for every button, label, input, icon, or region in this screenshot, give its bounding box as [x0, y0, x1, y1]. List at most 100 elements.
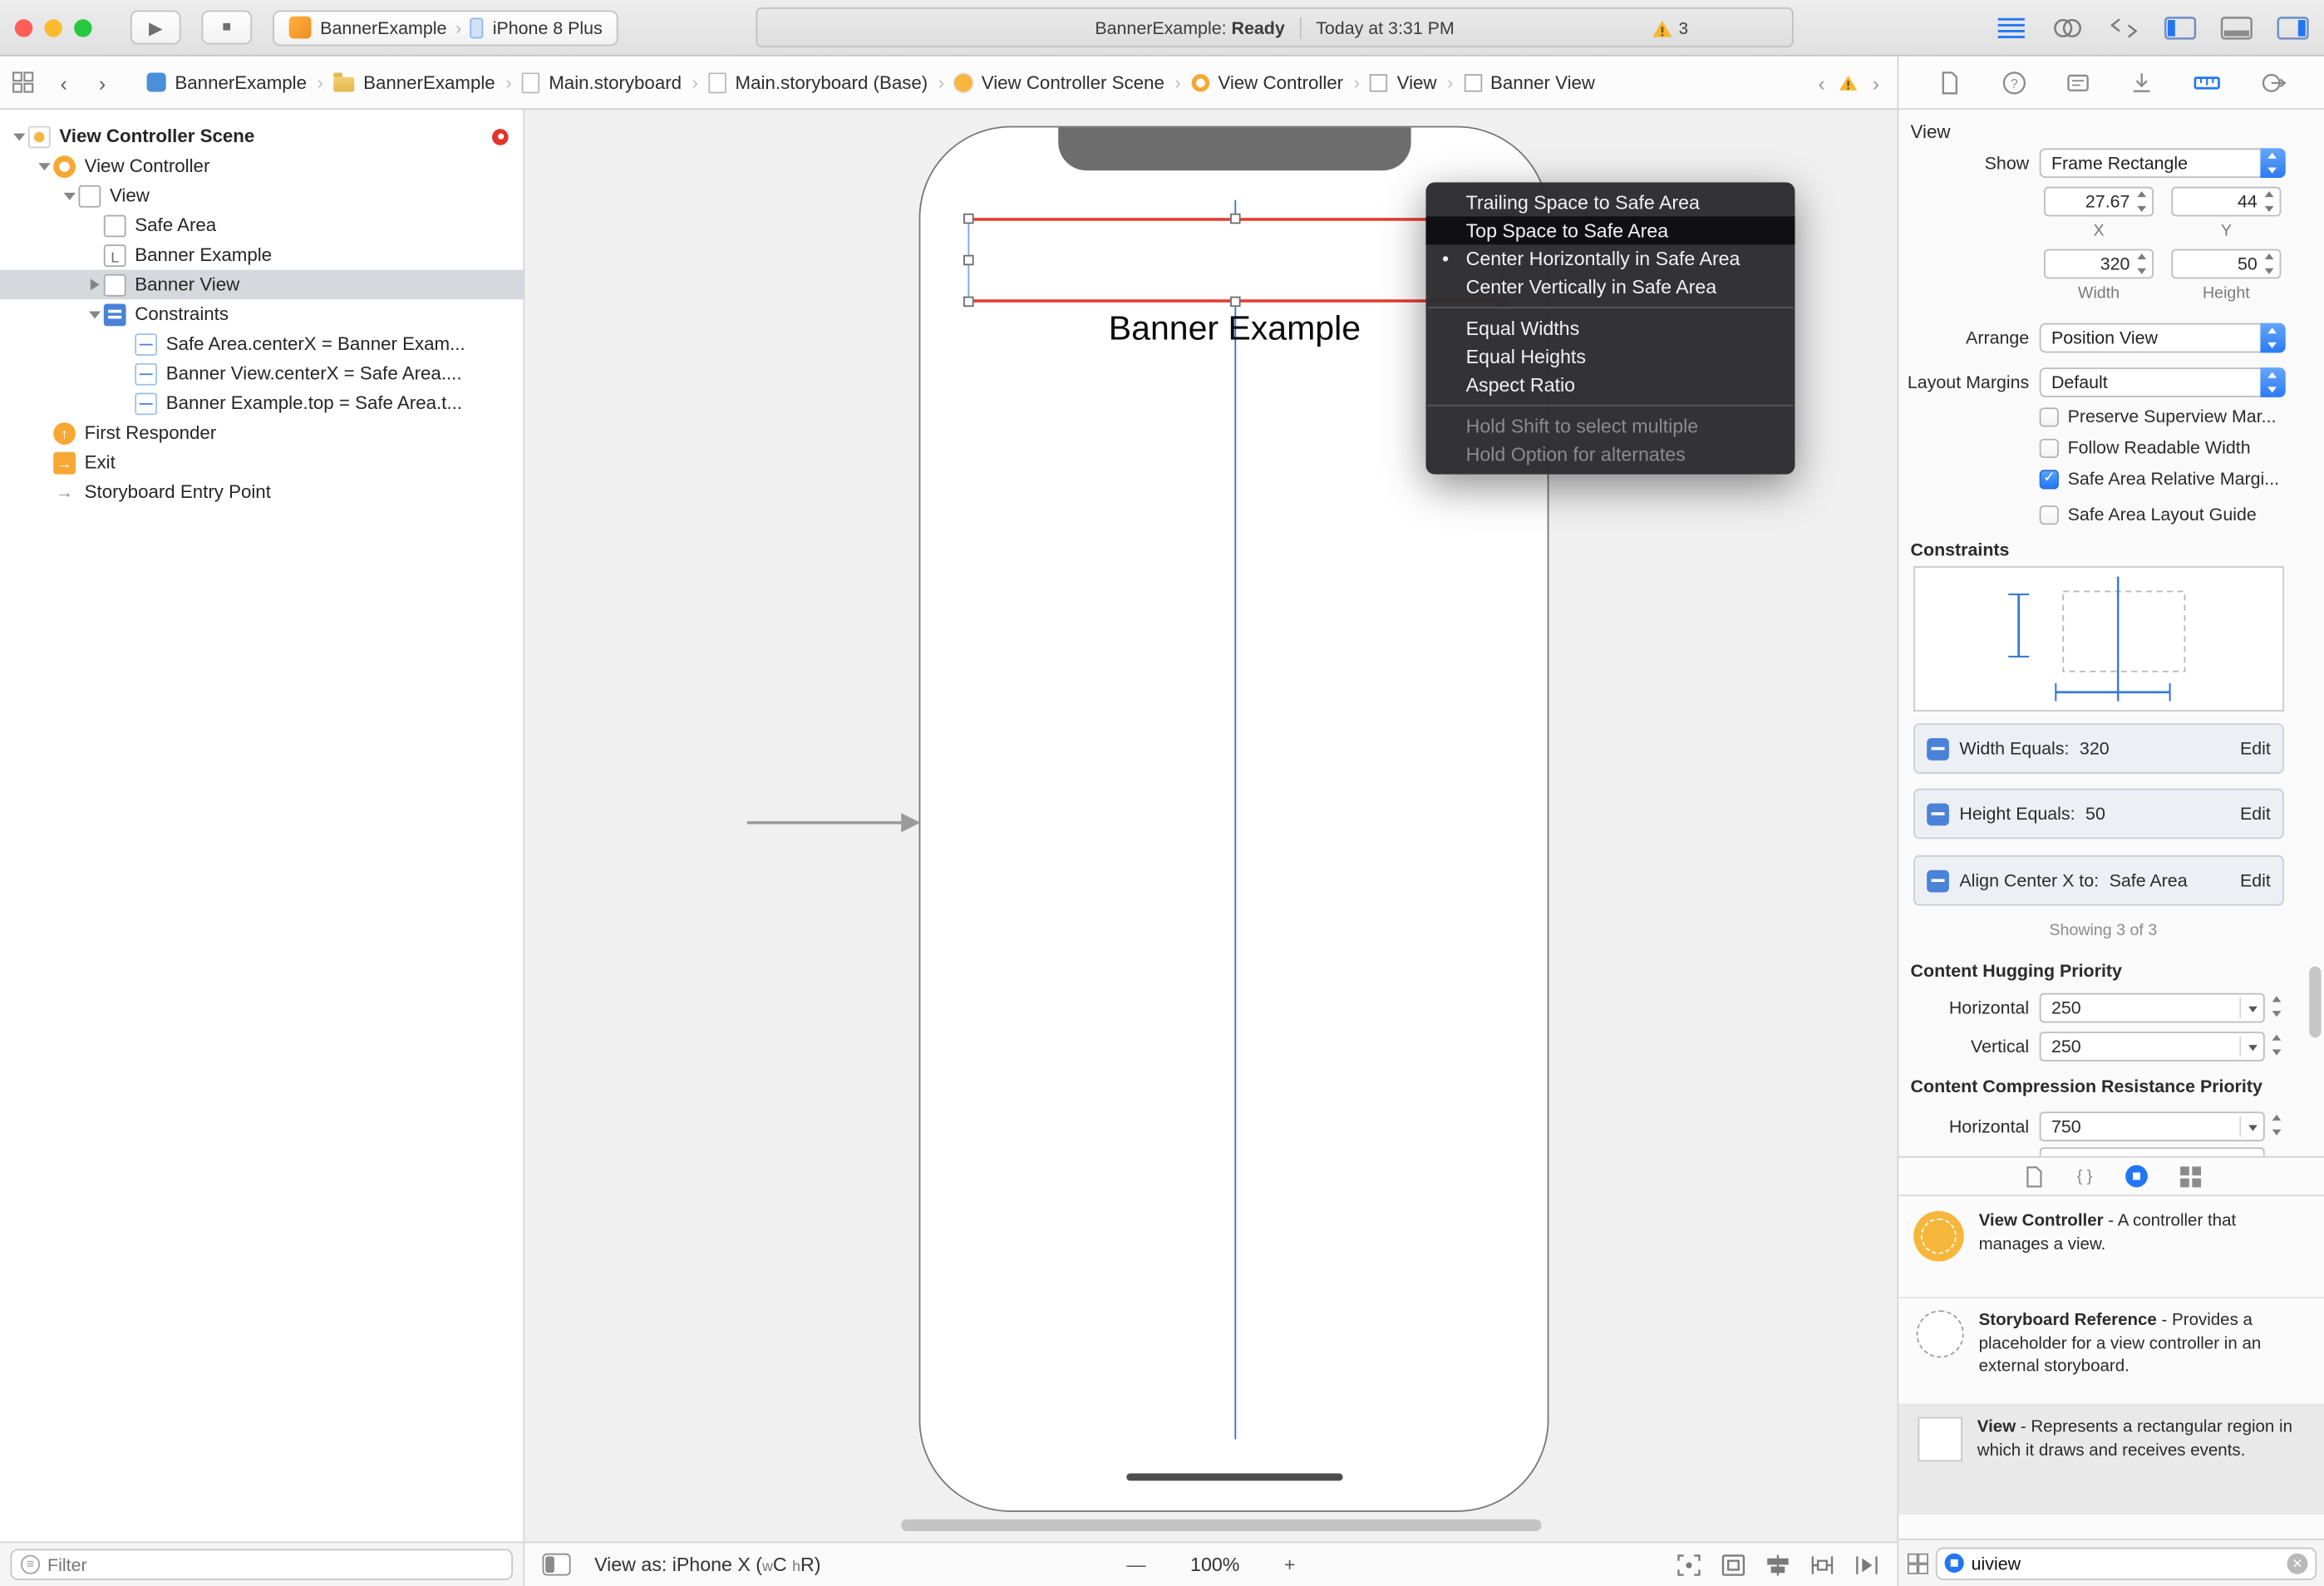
run-button[interactable]: ▶	[130, 10, 181, 45]
forward-button[interactable]: ›	[93, 71, 111, 95]
assistant-editor-button[interactable]	[2048, 12, 2086, 44]
debug-area-button[interactable]	[2218, 12, 2256, 44]
compression-horizontal-combo[interactable]: 750	[2039, 1111, 2265, 1142]
library-item-storyboard-reference[interactable]: Storyboard Reference - Provides a placeh…	[1898, 1298, 2324, 1404]
outline-row-exit[interactable]: Exit	[0, 448, 523, 478]
file-templates-icon[interactable]	[2024, 1165, 2045, 1189]
close-window-button[interactable]	[14, 18, 33, 37]
height-field[interactable]: 50	[2171, 249, 2282, 279]
breadcrumb-banner-view[interactable]: Banner View	[1463, 71, 1595, 92]
checkbox-icon[interactable]	[2039, 505, 2059, 525]
breadcrumb-view[interactable]: View	[1370, 71, 1437, 92]
inspector-scrollbar[interactable]	[2309, 966, 2322, 1038]
inspector-panel-button[interactable]	[2273, 12, 2312, 44]
connections-inspector-icon[interactable]	[2260, 69, 2287, 96]
x-field[interactable]: 27.67	[2044, 186, 2154, 217]
disclosure-triangle-icon[interactable]	[59, 186, 78, 205]
menu-item-center-vertically[interactable]: Center Vertically in Safe Area	[1425, 273, 1795, 301]
checkbox-icon[interactable]	[2039, 437, 2059, 458]
breadcrumb-storyboard-base[interactable]: Main.storyboard (Base)	[708, 71, 928, 93]
back-button[interactable]: ‹	[55, 71, 72, 95]
zoom-out-button[interactable]: —	[1126, 1554, 1145, 1576]
checkbox-safe-area-relative[interactable]: Safe Area Relative Margi...	[2039, 468, 2279, 489]
menu-item-equal-widths[interactable]: Equal Widths	[1425, 314, 1795, 342]
breadcrumb-view-controller[interactable]: View Controller	[1191, 71, 1343, 92]
menu-item-trailing-space[interactable]: Trailing Space to Safe Area	[1425, 188, 1795, 216]
stepper-icon[interactable]	[2269, 1033, 2286, 1057]
library-item-view-controller[interactable]: View Controller - A controller that mana…	[1898, 1199, 2324, 1298]
constraint-row-align-center-x[interactable]: Align Center X to: Safe Area Edit	[1913, 855, 2284, 906]
outline-row-banner-example[interactable]: Banner Example	[0, 240, 523, 270]
canvas-horizontal-scrollbar[interactable]	[901, 1519, 1542, 1532]
library-filter-field[interactable]	[1935, 1546, 2317, 1579]
warning-badge[interactable]: 3	[1651, 19, 1688, 38]
previous-issue-button[interactable]: ‹	[1818, 71, 1824, 95]
stepper-icon[interactable]	[2262, 252, 2278, 276]
resize-handle[interactable]	[963, 296, 974, 308]
resize-handle[interactable]	[1229, 213, 1240, 224]
view-as-label[interactable]: View as: iPhone X (wC hR)	[594, 1554, 820, 1576]
standard-editor-button[interactable]	[1992, 12, 2031, 44]
identity-inspector-icon[interactable]	[2065, 69, 2091, 96]
resize-handle[interactable]	[1229, 296, 1240, 308]
clear-filter-icon[interactable]	[2287, 1552, 2308, 1574]
menu-item-center-horizontally[interactable]: Center Horizontally in Safe Area	[1425, 244, 1795, 273]
outline-filter-input[interactable]	[47, 1554, 503, 1575]
object-library-icon[interactable]	[2125, 1165, 2148, 1188]
disclosure-triangle-icon[interactable]	[9, 126, 28, 145]
device-configuration-icon[interactable]	[542, 1553, 571, 1576]
quick-help-icon[interactable]: ?	[2001, 69, 2027, 96]
edit-button[interactable]: Edit	[2240, 870, 2271, 891]
library-filter-input[interactable]	[1971, 1552, 2280, 1574]
layout-margins-popup[interactable]: Default	[2039, 367, 2286, 397]
checkbox-safe-area-guide[interactable]: Safe Area Layout Guide	[2039, 504, 2257, 525]
stepper-icon[interactable]	[2269, 995, 2286, 1019]
version-editor-button[interactable]	[2105, 12, 2143, 44]
zoom-in-button[interactable]: +	[1284, 1554, 1296, 1576]
outline-row-constraint-3[interactable]: Banner Example.top = Safe Area.t...	[0, 388, 523, 418]
scheme-selector[interactable]: BannerExample › iPhone 8 Plus	[273, 9, 619, 46]
arrange-popup[interactable]: Position View	[2039, 323, 2286, 353]
constraints-diagram[interactable]	[1913, 566, 2284, 712]
destination-name[interactable]: iPhone 8 Plus	[493, 17, 603, 38]
next-issue-button[interactable]: ›	[1873, 71, 1879, 95]
library-item-view[interactable]: View - Represents a rectangular region i…	[1898, 1405, 2324, 1515]
resize-handle[interactable]	[963, 254, 974, 265]
breadcrumb-scene[interactable]: View Controller Scene	[954, 71, 1164, 92]
breadcrumb-storyboard[interactable]: Main.storyboard	[522, 71, 682, 93]
fullscreen-window-button[interactable]	[74, 18, 92, 37]
stepper-icon[interactable]	[2134, 190, 2151, 214]
stop-button[interactable]: ■	[201, 10, 253, 45]
resolve-issues-icon[interactable]	[1854, 1553, 1879, 1577]
grid-view-toggle-icon[interactable]	[1907, 1553, 1927, 1573]
outline-row-view-controller[interactable]: View Controller	[0, 151, 523, 181]
outline-row-view[interactable]: View	[0, 181, 523, 211]
hugging-vertical-combo[interactable]: 250	[2039, 1032, 2265, 1061]
resize-handle[interactable]	[963, 213, 974, 224]
outline-row-entry-point[interactable]: Storyboard Entry Point	[0, 477, 523, 507]
disclosure-triangle-icon[interactable]	[85, 304, 104, 323]
edit-button[interactable]: Edit	[2240, 738, 2271, 759]
menu-item-equal-heights[interactable]: Equal Heights	[1425, 342, 1795, 371]
outline-row-constraints[interactable]: Constraints	[0, 299, 523, 329]
outline-row-first-responder[interactable]: First Responder	[0, 418, 523, 448]
align-icon[interactable]	[1765, 1553, 1790, 1577]
banner-view-selection[interactable]	[963, 213, 1508, 308]
disclosure-triangle-icon[interactable]	[34, 156, 53, 175]
width-field[interactable]: 320	[2044, 249, 2154, 279]
menu-item-aspect-ratio[interactable]: Aspect Ratio	[1425, 371, 1795, 399]
breadcrumb-group[interactable]: BannerExample	[333, 71, 495, 92]
checkbox-checked-icon[interactable]	[2039, 469, 2059, 489]
breadcrumb-project[interactable]: BannerExample	[146, 71, 307, 92]
related-items-menu[interactable]	[12, 71, 34, 94]
outline-row-banner-view[interactable]: Banner View	[0, 269, 524, 300]
stepper-icon[interactable]	[2262, 190, 2278, 214]
code-snippets-icon[interactable]: { }	[2077, 1167, 2093, 1185]
storyboard-canvas[interactable]: Banner Example Trailing Space to Safe Ar…	[524, 109, 1898, 1542]
stepper-icon[interactable]	[2269, 1113, 2286, 1137]
disclosure-triangle-icon[interactable]	[85, 278, 104, 290]
file-inspector-icon[interactable]	[1936, 69, 1962, 96]
outline-filter-field[interactable]	[10, 1549, 513, 1580]
zoom-level[interactable]: 100%	[1190, 1554, 1239, 1576]
constraint-row-width[interactable]: Width Equals: 320 Edit	[1913, 723, 2284, 774]
